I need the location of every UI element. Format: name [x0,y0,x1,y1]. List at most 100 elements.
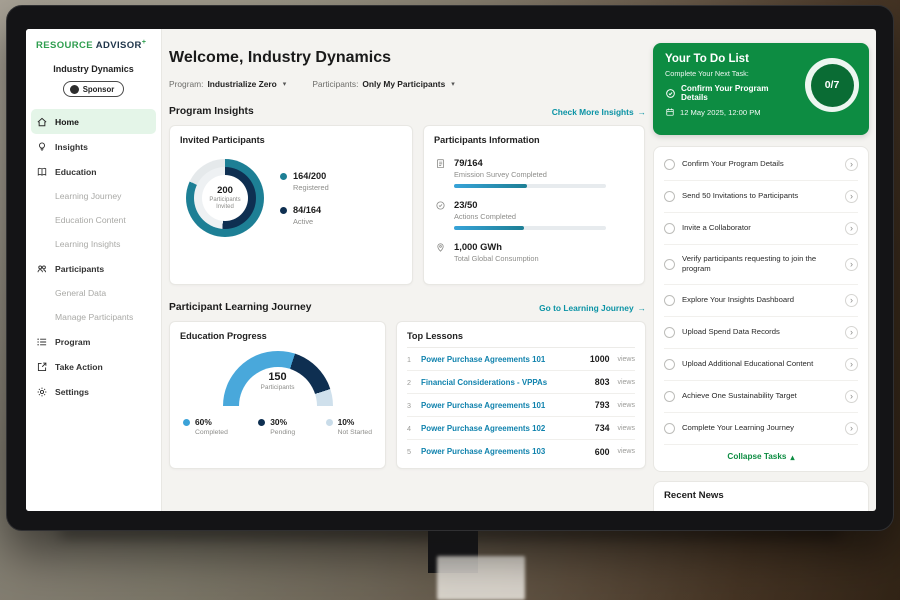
sidebar-item-education-content[interactable]: Education Content [26,208,161,232]
list-icon [36,336,48,348]
education-gauge-chart: 150 Participants [223,351,333,406]
sidebar-item-insights[interactable]: Insights [26,134,161,159]
link-label: Go to Learning Journey [539,303,633,313]
card-title: Participants Information [434,135,634,145]
collapse-tasks-button[interactable]: Collapse Tasks ▴ [664,445,858,467]
sidebar-item-education[interactable]: Education [26,159,161,184]
chevron-right-icon[interactable]: › [845,422,858,435]
filters-bar: Program: Industrialize Zero ▾ Participan… [169,79,646,89]
legend-registered: 164/200 Registered [280,171,329,192]
lesson-row[interactable]: 1 Power Purchase Agreements 101 1000 vie… [407,348,635,371]
task-row[interactable]: Complete Your Learning Journey › [664,413,858,445]
legend-value: 10% [338,417,372,427]
sidebar-item-settings[interactable]: Settings [26,379,161,404]
org-name: Industry Dynamics [26,64,161,74]
task-row[interactable]: Explore Your Insights Dashboard › [664,285,858,317]
task-row[interactable]: Confirm Your Program Details › [664,149,858,181]
card-title: Top Lessons [407,331,635,348]
chevron-right-icon[interactable]: › [845,158,858,171]
task-row[interactable]: Upload Spend Data Records › [664,317,858,349]
chevron-right-icon[interactable]: › [845,258,858,271]
lesson-row[interactable]: 3 Power Purchase Agreements 101 793 view… [407,394,635,417]
people-icon [36,263,48,275]
lesson-views-suffix: views [617,379,635,386]
stat-global-consumption: 1,000 GWh Total Global Consumption [434,241,634,263]
sidebar-item-participants[interactable]: Participants [26,256,161,281]
chevron-right-icon[interactable]: › [845,358,858,371]
legend-dot-not-started [326,419,333,426]
stat-value: 79/164 [454,157,606,168]
gauge-center-label: Participants [223,384,333,391]
stat-label: Total Global Consumption [454,254,539,263]
task-checkbox[interactable] [664,359,675,370]
go-to-learning-journey-link[interactable]: Go to Learning Journey → [539,303,646,313]
chevron-right-icon[interactable]: › [845,222,858,235]
sidebar-item-home[interactable]: Home [31,109,156,134]
chevron-down-icon: ▾ [283,80,287,88]
legend-label: Active [293,217,321,226]
todo-progress-ring: 0/7 [805,58,859,112]
task-checkbox[interactable] [664,259,675,270]
lesson-views: 1000 [590,354,610,364]
main-content: Welcome, Industry Dynamics Program: Indu… [162,29,654,511]
sidebar-item-general-data[interactable]: General Data [26,281,161,305]
sidebar-item-label: Participants [55,264,104,274]
chevron-right-icon[interactable]: › [845,190,858,203]
sidebar-item-label: Home [55,117,79,127]
lesson-views-suffix: views [617,356,635,363]
task-checkbox[interactable] [664,191,675,202]
chevron-up-icon: ▴ [790,452,794,462]
lesson-link[interactable]: Power Purchase Agreements 101 [421,401,588,410]
book-icon [36,166,48,178]
task-row[interactable]: Send 50 Invitations to Participants › [664,181,858,213]
sponsor-badge[interactable]: Sponsor [63,81,125,97]
program-filter[interactable]: Program: Industrialize Zero ▾ [169,79,286,89]
sidebar-item-program[interactable]: Program [26,329,161,354]
legend-value: 60% [195,417,228,427]
check-more-insights-link[interactable]: Check More Insights → [552,107,646,117]
task-row[interactable]: Invite a Collaborator › [664,213,858,245]
chevron-right-icon[interactable]: › [845,326,858,339]
sidebar-item-take-action[interactable]: Take Action [26,354,161,379]
monitor-bezel: RESOURCE ADVISOR+ Industry Dynamics Spon… [6,5,894,531]
task-label: Explore Your Insights Dashboard [682,295,838,305]
lesson-link[interactable]: Financial Considerations - VPPAs [421,378,588,387]
task-row[interactable]: Achieve One Sustainability Target › [664,381,858,413]
education-progress-card: Education Progress 150 Participants 60% [169,321,386,469]
lesson-rank: 3 [407,401,414,410]
task-checkbox[interactable] [664,423,675,434]
lesson-row[interactable]: 5 Power Purchase Agreements 103 600 view… [407,440,635,463]
desk-object [437,556,525,600]
arrow-right-icon: → [638,107,646,117]
chevron-right-icon[interactable]: › [845,294,858,307]
task-label: Complete Your Learning Journey [682,423,838,433]
participants-filter-label: Participants: [312,79,358,89]
invited-donut-inner-ring: 200 Participants Invited [194,167,256,229]
task-checkbox[interactable] [664,223,675,234]
lesson-row[interactable]: 4 Power Purchase Agreements 102 734 view… [407,417,635,440]
lesson-link[interactable]: Power Purchase Agreements 101 [421,355,583,364]
sidebar-item-manage-participants[interactable]: Manage Participants [26,305,161,329]
participants-filter[interactable]: Participants: Only My Participants ▾ [312,79,454,89]
todo-panel: Your To Do List Complete Your Next Task:… [653,43,869,511]
task-checkbox[interactable] [664,159,675,170]
task-checkbox[interactable] [664,295,675,306]
task-checkbox[interactable] [664,391,675,402]
task-checkbox[interactable] [664,327,675,338]
invited-donut-chart: 200 Participants Invited [186,159,264,237]
sidebar-item-label: Take Action [55,362,103,372]
chevron-right-icon[interactable]: › [845,390,858,403]
gauge-center-value: 150 [223,371,333,383]
sidebar-item-learning-journey[interactable]: Learning Journey [26,184,161,208]
education-legend: 60% Completed 30% Pending [180,417,375,436]
sidebar-item-label: Program [55,337,90,347]
sidebar-item-learning-insights[interactable]: Learning Insights [26,232,161,256]
lesson-link[interactable]: Power Purchase Agreements 103 [421,447,588,456]
task-row[interactable]: Upload Additional Educational Content › [664,349,858,381]
lesson-link[interactable]: Power Purchase Agreements 102 [421,424,588,433]
target-check-icon [434,199,446,230]
task-row[interactable]: Verify participants requesting to join t… [664,245,858,285]
learning-journey-header: Participant Learning Journey Go to Learn… [169,302,646,313]
lesson-row[interactable]: 2 Financial Considerations - VPPAs 803 v… [407,371,635,394]
sidebar-item-label: Learning Journey [55,191,121,201]
